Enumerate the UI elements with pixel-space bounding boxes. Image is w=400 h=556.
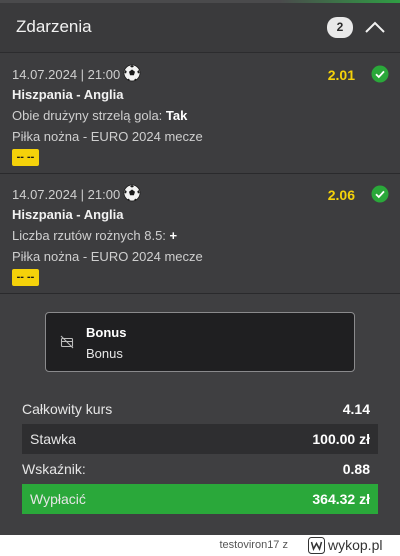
chevron-up-icon[interactable] — [362, 16, 388, 38]
event-market-label: Obie drużyny strzelą gola: — [12, 108, 163, 123]
event-odds: 2.01 — [327, 67, 355, 83]
soccer-ball-icon — [123, 64, 141, 82]
events-count-badge: 2 — [327, 17, 353, 38]
bonus-title: Bonus — [86, 325, 127, 340]
watermark-separator: z — [282, 539, 289, 551]
event-selection: Tak — [165, 108, 188, 123]
stake-row[interactable]: Stawka 100.00 zł — [22, 424, 378, 454]
no-bonus-icon — [60, 335, 74, 349]
watermark-footer: testoviron17 z wykop.pl — [0, 535, 400, 556]
event-market-label: Liczba rzutów rożnych 8.5: — [12, 228, 166, 243]
payout-row: Wypłacić 364.32 zł — [22, 484, 378, 514]
event-selection: + — [169, 228, 178, 243]
summary-area: Bonus Bonus Całkowity kurs 4.14 Stawka 1… — [0, 294, 400, 535]
event-market: Liczba rzutów rożnych 8.5: + — [12, 228, 177, 243]
event-match: Hiszpania - Anglia — [12, 87, 124, 102]
bonus-subtitle: Bonus — [86, 346, 123, 361]
bet-slip: Zdarzenia 2 14.07.2024 | 21:00 2.01 Hisz… — [0, 0, 400, 535]
wykop-logo-text: wykop.pl — [328, 537, 383, 553]
event-market: Obie drużyny strzelą gola: Tak — [12, 108, 187, 123]
soccer-ball-icon — [123, 184, 141, 202]
watermark-username: testoviron17 — [219, 539, 280, 551]
wykop-logo-icon — [308, 537, 325, 554]
indicator-label: Wskaźnik: — [22, 461, 86, 477]
event-datetime: 14.07.2024 | 21:00 — [12, 187, 121, 202]
event-item[interactable]: 14.07.2024 | 21:00 2.01 Hiszpania - Angl… — [0, 54, 400, 174]
event-item[interactable]: 14.07.2024 | 21:00 2.06 Hiszpania - Angl… — [0, 174, 400, 294]
total-odds-value: 4.14 — [342, 401, 370, 417]
events-header[interactable]: Zdarzenia 2 — [0, 3, 400, 53]
indicator-value: 0.88 — [342, 461, 370, 477]
stake-value: 100.00 zł — [312, 431, 370, 447]
events-title: Zdarzenia — [16, 17, 92, 36]
event-match: Hiszpania - Anglia — [12, 207, 124, 222]
event-status-badge: -- -- — [12, 269, 39, 286]
indicator-row: Wskaźnik: 0.88 — [22, 454, 378, 484]
event-odds: 2.06 — [327, 187, 355, 203]
event-datetime: 14.07.2024 | 21:00 — [12, 67, 121, 82]
wykop-logo: wykop.pl — [308, 536, 394, 556]
bonus-box[interactable]: Bonus Bonus — [45, 312, 355, 372]
watermark-user: testoviron17 z — [220, 539, 289, 551]
check-circle-icon — [371, 65, 389, 83]
event-league: Piłka nożna - EURO 2024 mecze — [12, 249, 203, 264]
total-odds-label: Całkowity kurs — [22, 401, 113, 417]
total-odds-row: Całkowity kurs 4.14 — [22, 394, 378, 424]
payout-value: 364.32 zł — [312, 491, 370, 507]
event-league: Piłka nożna - EURO 2024 mecze — [12, 129, 203, 144]
stake-label: Stawka — [30, 431, 76, 447]
check-circle-icon — [371, 185, 389, 203]
event-status-badge: -- -- — [12, 149, 39, 166]
payout-label: Wypłacić — [30, 491, 86, 507]
